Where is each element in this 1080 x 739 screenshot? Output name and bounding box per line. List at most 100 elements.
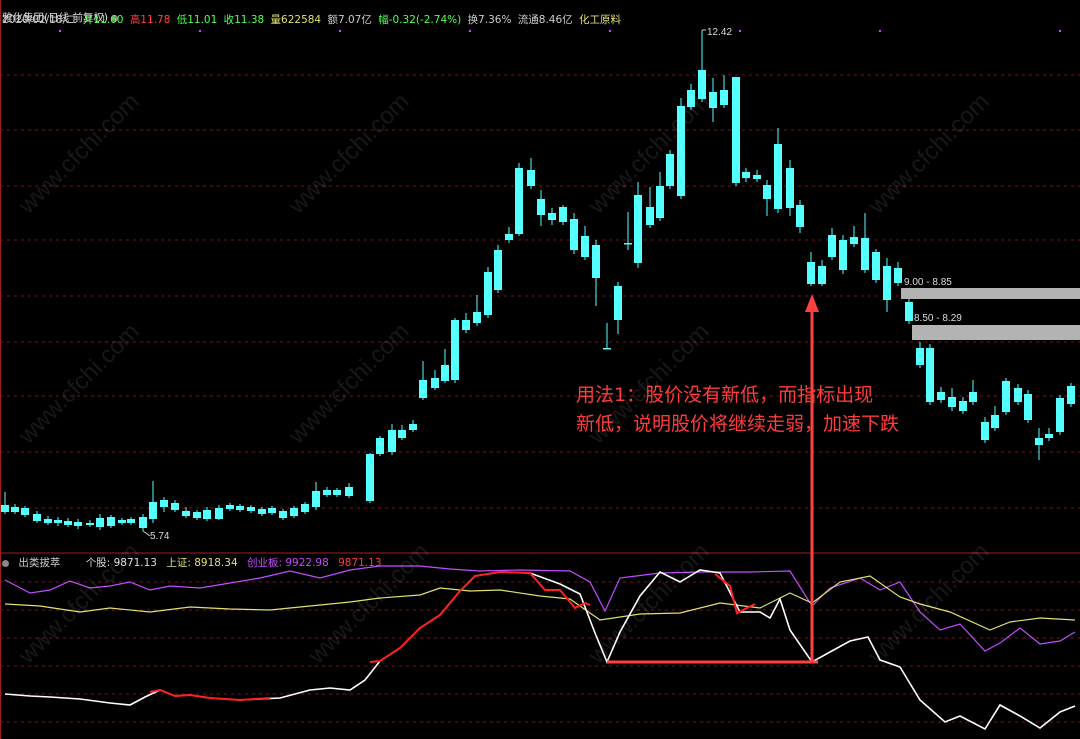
candle-body-down (796, 205, 804, 227)
candle-body-down (323, 490, 331, 495)
candle-body-down (1056, 398, 1064, 432)
top-marker (198, 29, 202, 33)
candle-body-down (149, 502, 157, 519)
candle-body-down (494, 250, 502, 290)
candle-body-down (646, 207, 654, 225)
candle-body-down (160, 500, 168, 507)
candle-body-down (279, 511, 287, 518)
candle-body-down (807, 262, 815, 284)
indicator-red-segment-3 (714, 573, 756, 615)
candle-body-down (1014, 388, 1022, 402)
candle-body-down (774, 144, 782, 209)
candle-body-down (203, 510, 211, 519)
indicator-white-line (4, 569, 1076, 731)
candle-body-down (850, 237, 858, 244)
candle-body-down (1045, 434, 1053, 438)
quote-float: 流通8.46亿 (517, 14, 573, 26)
candle-body-down (763, 185, 771, 199)
zone-label-2: 8.50 - 8.29 (914, 313, 962, 324)
quote-values: 2020/02/18/二 开11.60 高11.78 低11.01 收11.38… (2, 12, 624, 27)
candle-body-down (1024, 394, 1032, 420)
indicator-red-segment-1 (149, 688, 271, 702)
annotation-callout: 用法1：股价没有新低，而指标出现 新低，说明股价将继续走弱，加速下跌 (576, 381, 956, 439)
candle-body-down (614, 286, 622, 320)
candle-body-down (894, 268, 902, 283)
candle-body-down (86, 523, 94, 525)
candle-body-down (1, 505, 9, 512)
quote-low: 低11.01 (176, 14, 218, 26)
top-marker (468, 29, 472, 33)
candle-body-down (127, 519, 135, 523)
candle-body-down (33, 514, 41, 521)
quote-amount: 额7.07亿 (327, 14, 372, 26)
candle-body-down (861, 238, 869, 270)
quote-turnover: 换7.36% (467, 14, 512, 26)
top-marker (738, 29, 742, 33)
zone-label-1: 9.00 - 8.85 (904, 277, 952, 288)
candle-body-down (473, 312, 481, 323)
candle-body-down (527, 170, 535, 186)
indicator-header: 出类拔萃 个股: 9871.13 上证: 8918.34 创业板: 9922.9… (2, 555, 388, 570)
candle-body-down (959, 401, 967, 411)
candle-body-down (484, 272, 492, 315)
candle-body-down (312, 491, 320, 507)
quote-date: 2020/02/18/二 (2, 14, 77, 26)
high-price-label: 12.42 (707, 27, 732, 38)
candle-body-down (419, 380, 427, 398)
candle-body-down (537, 199, 545, 215)
callout-line-1: 用法1：股价没有新低，而指标出现 (576, 384, 874, 406)
candle-body-down (603, 348, 611, 350)
candle-body-down (290, 508, 298, 516)
resistance-zone-2 (912, 325, 1080, 340)
indicator-name: 出类拔萃 (18, 557, 61, 569)
candle-body-down (182, 511, 190, 516)
candle-body-down (44, 519, 52, 523)
candle-body-down (624, 243, 632, 245)
candle-body-down (236, 506, 244, 510)
candle-body-down (515, 168, 523, 234)
candle-body-down (1067, 386, 1075, 404)
candle-body-down (677, 106, 685, 196)
quote-open: 开11.60 (82, 14, 124, 26)
candle-body-down (720, 90, 728, 105)
candle-body-down (398, 430, 406, 438)
low-marker (142, 530, 151, 537)
candle-body-down (666, 154, 674, 186)
quote-high: 高11.78 (129, 14, 171, 26)
candle-body-down (656, 186, 664, 218)
candle-body-down (462, 320, 470, 330)
candle-body-down (786, 168, 794, 208)
candle-body-down (366, 454, 374, 501)
indicator-red-segment-2 (369, 570, 591, 663)
candle-body-down (828, 235, 836, 257)
candle-body-down (215, 508, 223, 519)
stock-chart[interactable]: 12.42 5.74 (0, 0, 1080, 739)
top-marker (608, 29, 612, 33)
candle-body-down (64, 521, 72, 525)
candle-body-down (883, 266, 891, 300)
candle-body-down (431, 378, 439, 388)
indicator-sh: 上证: 8918.34 (166, 557, 238, 569)
candle-body-down (991, 415, 999, 428)
candle-body-down (981, 422, 989, 440)
candle-body-down (268, 508, 276, 513)
candle-body-down (193, 512, 201, 518)
candle-body-down (505, 234, 513, 240)
candle-body-down (54, 520, 62, 523)
candle-body-down (11, 507, 19, 512)
candle-body-down (559, 207, 567, 222)
candle-body-down (247, 507, 255, 511)
candle-body-down (409, 424, 417, 430)
quote-volume: 量622584 (270, 14, 322, 26)
arrow-head (805, 294, 819, 312)
indicator-cyb: 创业板: 9922.98 (246, 557, 329, 569)
candle-body-down (753, 175, 761, 179)
indicator-circle-icon[interactable] (2, 559, 9, 567)
candle-body-down (388, 430, 396, 452)
candle-body-down (916, 348, 924, 365)
candle-body-down (687, 90, 695, 107)
candle-body-down (732, 77, 740, 183)
candle-body-down (376, 438, 384, 454)
candle-body-down (451, 320, 459, 380)
resistance-zone-1 (901, 288, 1080, 299)
